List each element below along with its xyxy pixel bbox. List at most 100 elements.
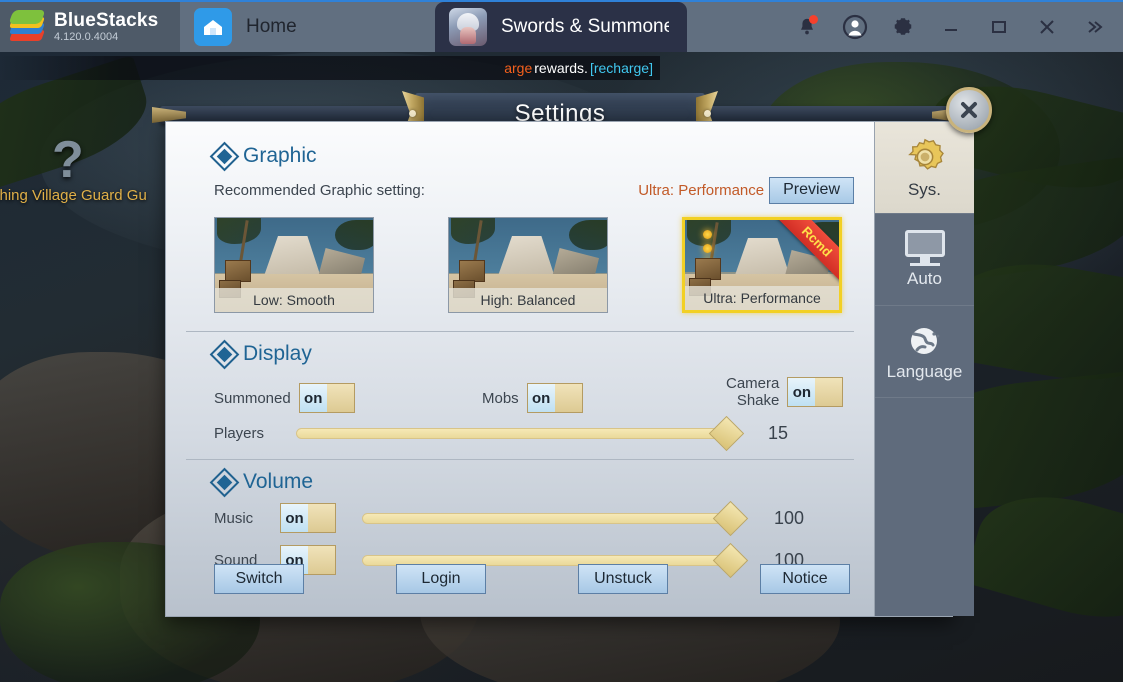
maximize-icon[interactable] [977,2,1021,52]
chat-ticker[interactable]: arge rewards. [recharge] [0,56,660,80]
sidebar-label-auto: Auto [907,269,942,288]
settings-content: Graphic Recommended Graphic setting: Ult… [166,122,874,616]
gear-icon [904,135,946,177]
volume-row-music: Music on 100 [214,500,854,536]
toggle-state-music: on [281,504,308,532]
toggle-knob [326,384,354,412]
toggle-mobs[interactable]: on [526,383,583,413]
slider-knob[interactable] [708,415,745,452]
sidebar-item-language[interactable]: Language [875,306,974,398]
toggle-knob [554,384,582,412]
thumb-crate [695,258,721,280]
switch-button[interactable]: Switch [214,564,304,594]
account-icon[interactable] [833,2,877,52]
thumb-crate [225,260,251,282]
sidebar-filler [875,398,974,616]
unstuck-button[interactable]: Unstuck [578,564,668,594]
notice-button[interactable]: Notice [760,564,850,594]
slider-value-players: 15 [768,423,789,443]
tab-home-label: Home [246,16,297,37]
sidebar-label-sys: Sys. [907,180,942,199]
notification-badge [809,15,818,24]
graphic-subtitle-row: Recommended Graphic setting: Ultra: Perf… [214,177,854,204]
graphic-option-list: Low: Smooth High: Balanced Rcmd Ultra: P… [214,217,854,313]
minimize-icon[interactable] [929,2,973,52]
preview-button[interactable]: Preview [769,177,854,204]
sidebar-item-auto[interactable]: Auto [875,214,974,306]
slider-music[interactable] [362,500,749,536]
section-title-volume: Volume [243,470,314,493]
diamond-bullet-icon [214,146,235,167]
graphic-current-value: Ultra: Performance [638,182,765,199]
diamond-bullet-icon [214,472,235,493]
sidebar-item-sys[interactable]: Sys. [875,122,974,214]
display-toggle-row: Summoned on Mobs on Camera Shake on [214,375,854,415]
section-header-graphic: Graphic [214,144,854,168]
chat-ticker-text: rewards. [534,60,588,76]
bluestacks-titlebar: BlueStacks 4.120.0.4004 Home Swords & Su… [0,0,1123,52]
slider-knob[interactable] [712,500,749,536]
toggle-summoned[interactable]: on [298,383,355,413]
settings-panel: Graphic Recommended Graphic setting: Ult… [165,121,974,617]
monitor-icon [903,230,947,266]
gear-icon[interactable] [881,2,925,52]
bluestacks-brand: BlueStacks 4.120.0.4004 [0,2,180,52]
brand-version: 4.120.0.4004 [54,30,119,43]
graphic-option-label: Low: Smooth [215,288,373,312]
dialog-close-button[interactable] [946,87,992,133]
app-root: arge rewards. [recharge] ? shing Village… [0,0,1123,682]
thumb-lamp [703,244,712,253]
chat-ticker-link[interactable]: [recharge] [590,60,653,76]
chevrons-right-icon[interactable] [1073,2,1117,52]
slider-row-players: Players 15 [214,415,854,452]
toggle-group-mobs: Mobs on [482,383,583,413]
graphic-subtitle: Recommended Graphic setting: [214,182,425,199]
slider-label-players: Players [214,425,265,442]
bluestacks-logo-icon [8,10,46,44]
chat-ticker-highlight: arge [504,60,533,76]
toggle-group-summoned: Summoned on [214,383,355,413]
section-divider [186,331,854,332]
game-avatar-icon [449,8,487,46]
section-title-graphic: Graphic [243,144,317,167]
graphic-option-ultra[interactable]: Rcmd Ultra: Performance [682,217,842,313]
dialog-button-row: Switch Login Unstuck Notice [214,564,850,594]
close-icon[interactable] [1025,2,1069,52]
thumb-palm [569,220,607,250]
thumb-lamp [703,230,712,239]
volume-label-music: Music [214,509,254,527]
graphic-option-label: High: Balanced [449,288,607,312]
toggle-knob [308,504,335,532]
login-button[interactable]: Login [396,564,486,594]
slider-track [362,512,740,524]
slider-track [296,428,736,439]
toggle-state-mobs: on [527,384,555,412]
section-divider [186,459,854,460]
settings-sidebar: Sys. Auto Language [874,122,974,616]
home-icon [194,8,232,46]
notifications-icon[interactable] [785,2,829,52]
toggle-camera-shake[interactable]: on [787,377,844,408]
graphic-option-high[interactable]: High: Balanced [448,217,608,313]
toggle-label-mobs: Mobs [482,389,519,407]
toggle-knob [815,378,843,407]
graphic-option-low[interactable]: Low: Smooth [214,217,374,313]
quest-marker-icon[interactable]: ? [52,130,84,190]
thumb-palm [335,220,373,250]
toggle-music[interactable]: on [280,503,336,533]
window-controls [785,2,1123,52]
toggle-state-camera-shake: on [788,378,816,407]
globe-icon [905,321,945,359]
thumb-crate [459,260,485,282]
tab-game-label: Swords & Summone [501,16,669,37]
graphic-option-label: Ultra: Performance [685,286,839,310]
diamond-bullet-icon [214,344,235,365]
tab-home[interactable]: Home [180,2,435,52]
toggle-group-camera-shake: Camera Shake on [726,375,844,410]
section-title-display: Display [243,342,312,365]
quest-label: shing Village Guard Gu [0,187,147,204]
section-header-display: Display [214,342,854,366]
tab-swords-and-summoners[interactable]: Swords & Summone [435,2,687,52]
slider-value-music: 100 [774,507,805,528]
slider-players[interactable] [296,415,745,452]
